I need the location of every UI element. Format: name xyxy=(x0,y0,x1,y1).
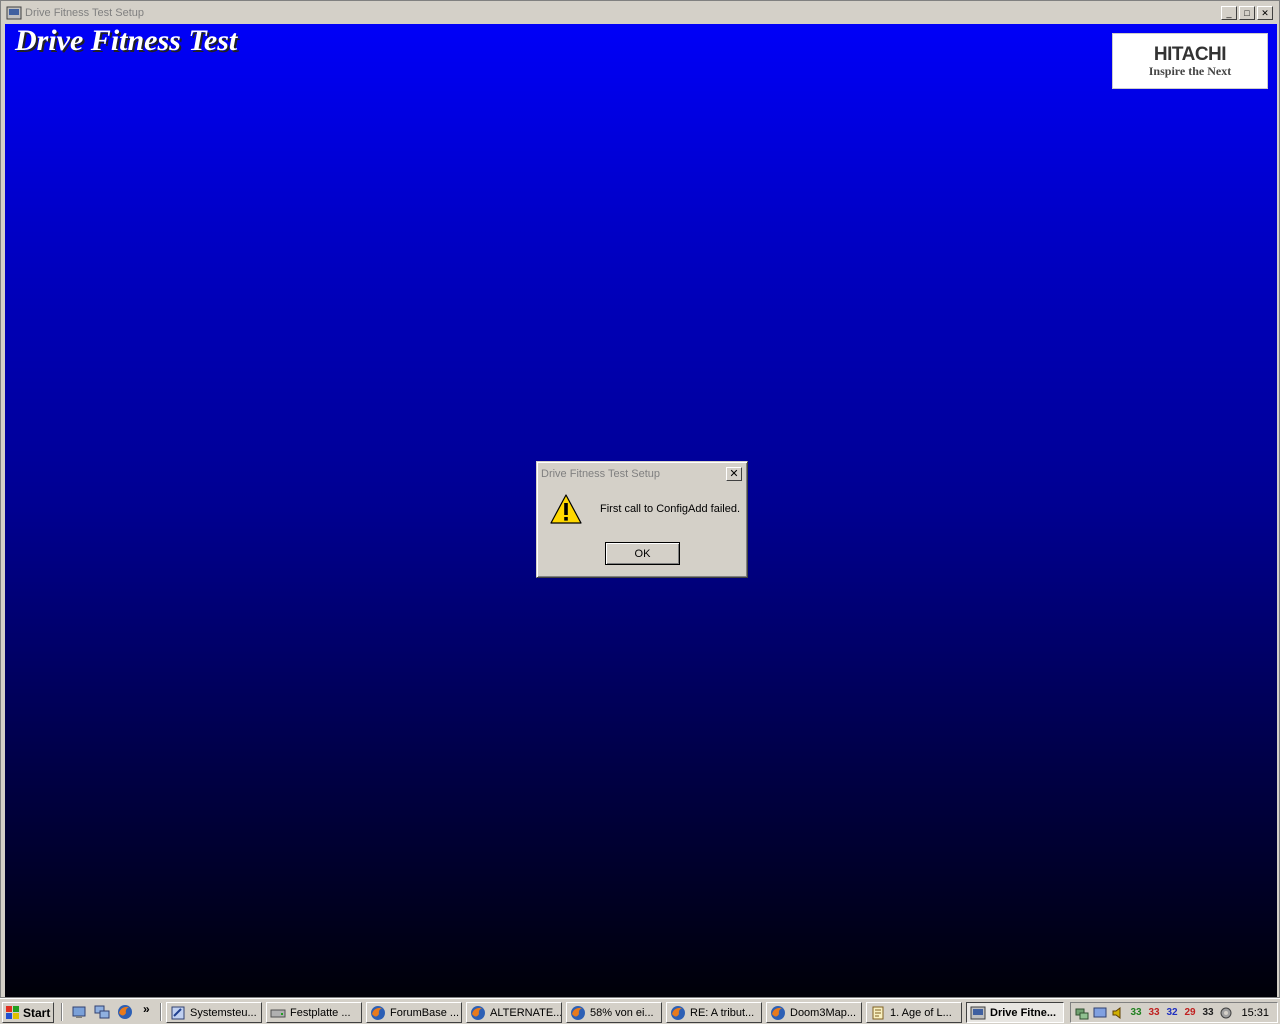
app-heading: Drive Fitness Test xyxy=(15,24,238,57)
quick-launch-more-icon[interactable]: » xyxy=(143,1002,150,1016)
taskbar-item[interactable]: Drive Fitne... xyxy=(966,1002,1064,1023)
taskbar-item[interactable]: ALTERNATE... xyxy=(466,1002,562,1023)
close-button[interactable]: ✕ xyxy=(1257,6,1273,20)
taskbar-item-label: ForumBase ... xyxy=(390,1006,460,1019)
notepad-icon xyxy=(872,1006,884,1019)
taskbar-item-label: RE: A tribut... xyxy=(690,1006,755,1019)
dialog-title: Drive Fitness Test Setup xyxy=(541,468,661,480)
start-button[interactable]: Start xyxy=(2,1002,54,1023)
drive-fitness-icon xyxy=(970,1006,986,1019)
dialog-close-button[interactable]: ✕ xyxy=(726,467,742,481)
taskbar-item[interactable]: Doom3Map... xyxy=(766,1002,862,1023)
temperature-icon[interactable]: 32 xyxy=(1165,1006,1179,1020)
taskbar-separator xyxy=(160,1003,162,1021)
speaker-icon[interactable] xyxy=(1111,1006,1125,1020)
hitachi-logo: HITACHI Inspire the Next xyxy=(1112,33,1268,89)
windows-logo-icon xyxy=(6,1005,19,1019)
firefox-icon[interactable] xyxy=(117,1004,133,1020)
taskbar-item[interactable]: ForumBase ... xyxy=(366,1002,462,1023)
taskbar-item-label: Systemsteu... xyxy=(190,1006,257,1019)
taskbar-separator xyxy=(61,1003,63,1021)
firefox-icon xyxy=(671,1005,685,1020)
taskbar-item-label: Drive Fitne... xyxy=(990,1006,1057,1019)
settings-icon[interactable] xyxy=(1219,1006,1233,1020)
control-panel-icon xyxy=(171,1006,185,1019)
taskbar-item[interactable]: RE: A tribut... xyxy=(666,1002,762,1023)
temperature-icon[interactable]: 33 xyxy=(1201,1006,1215,1020)
temperature-icon[interactable]: 29 xyxy=(1183,1006,1197,1020)
connection-icon[interactable] xyxy=(1093,1006,1107,1020)
temperature-icon[interactable]: 33 xyxy=(1147,1006,1161,1020)
logo-brand: HITACHI xyxy=(1153,44,1227,65)
taskbar-item[interactable]: Festplatte ... xyxy=(266,1002,362,1023)
logo-tagline: Inspire the Next xyxy=(1148,64,1232,78)
clock[interactable]: 15:31 xyxy=(1241,1007,1269,1019)
system-tray: 33 33 32 29 33 15:31 xyxy=(1070,1002,1278,1023)
taskbar-item[interactable]: Systemsteu... xyxy=(166,1002,262,1023)
drive-icon xyxy=(270,1009,286,1017)
taskbar-item-label: 1. Age of L... xyxy=(890,1006,952,1019)
taskbar: Start » Systemsteu... Festplatte ... For… xyxy=(0,998,1280,1024)
window-title: Drive Fitness Test Setup xyxy=(25,7,145,19)
network-icon[interactable] xyxy=(94,1004,110,1020)
firefox-icon xyxy=(471,1005,485,1020)
network-connection-icon[interactable] xyxy=(1075,1006,1089,1020)
warning-icon xyxy=(550,494,582,524)
dialog-titlebar[interactable]: Drive Fitness Test Setup ✕ xyxy=(540,465,744,483)
start-label: Start xyxy=(23,1005,51,1020)
app-icon xyxy=(6,6,22,20)
error-dialog: Drive Fitness Test Setup ✕ First call to… xyxy=(536,461,748,578)
temperature-icon[interactable]: 33 xyxy=(1129,1006,1143,1020)
firefox-icon xyxy=(571,1005,585,1020)
minimize-button[interactable]: _ xyxy=(1221,6,1237,20)
firefox-icon xyxy=(771,1005,785,1020)
firefox-icon xyxy=(371,1005,385,1020)
taskbar-item-label: 58% von ei... xyxy=(590,1006,654,1019)
taskbar-item[interactable]: 1. Age of L... xyxy=(866,1002,962,1023)
maximize-button[interactable]: □ xyxy=(1239,6,1255,20)
window-titlebar[interactable]: Drive Fitness Test Setup _ □ ✕ xyxy=(3,3,1277,23)
show-desktop-icon[interactable] xyxy=(71,1004,87,1020)
dialog-message: First call to ConfigAdd failed. xyxy=(600,503,741,515)
taskbar-item[interactable]: 58% von ei... xyxy=(566,1002,662,1023)
taskbar-item-label: Doom3Map... xyxy=(790,1006,857,1019)
ok-button[interactable]: OK xyxy=(605,542,680,565)
taskbar-item-label: ALTERNATE... xyxy=(490,1006,562,1019)
taskbar-item-label: Festplatte ... xyxy=(290,1006,351,1019)
